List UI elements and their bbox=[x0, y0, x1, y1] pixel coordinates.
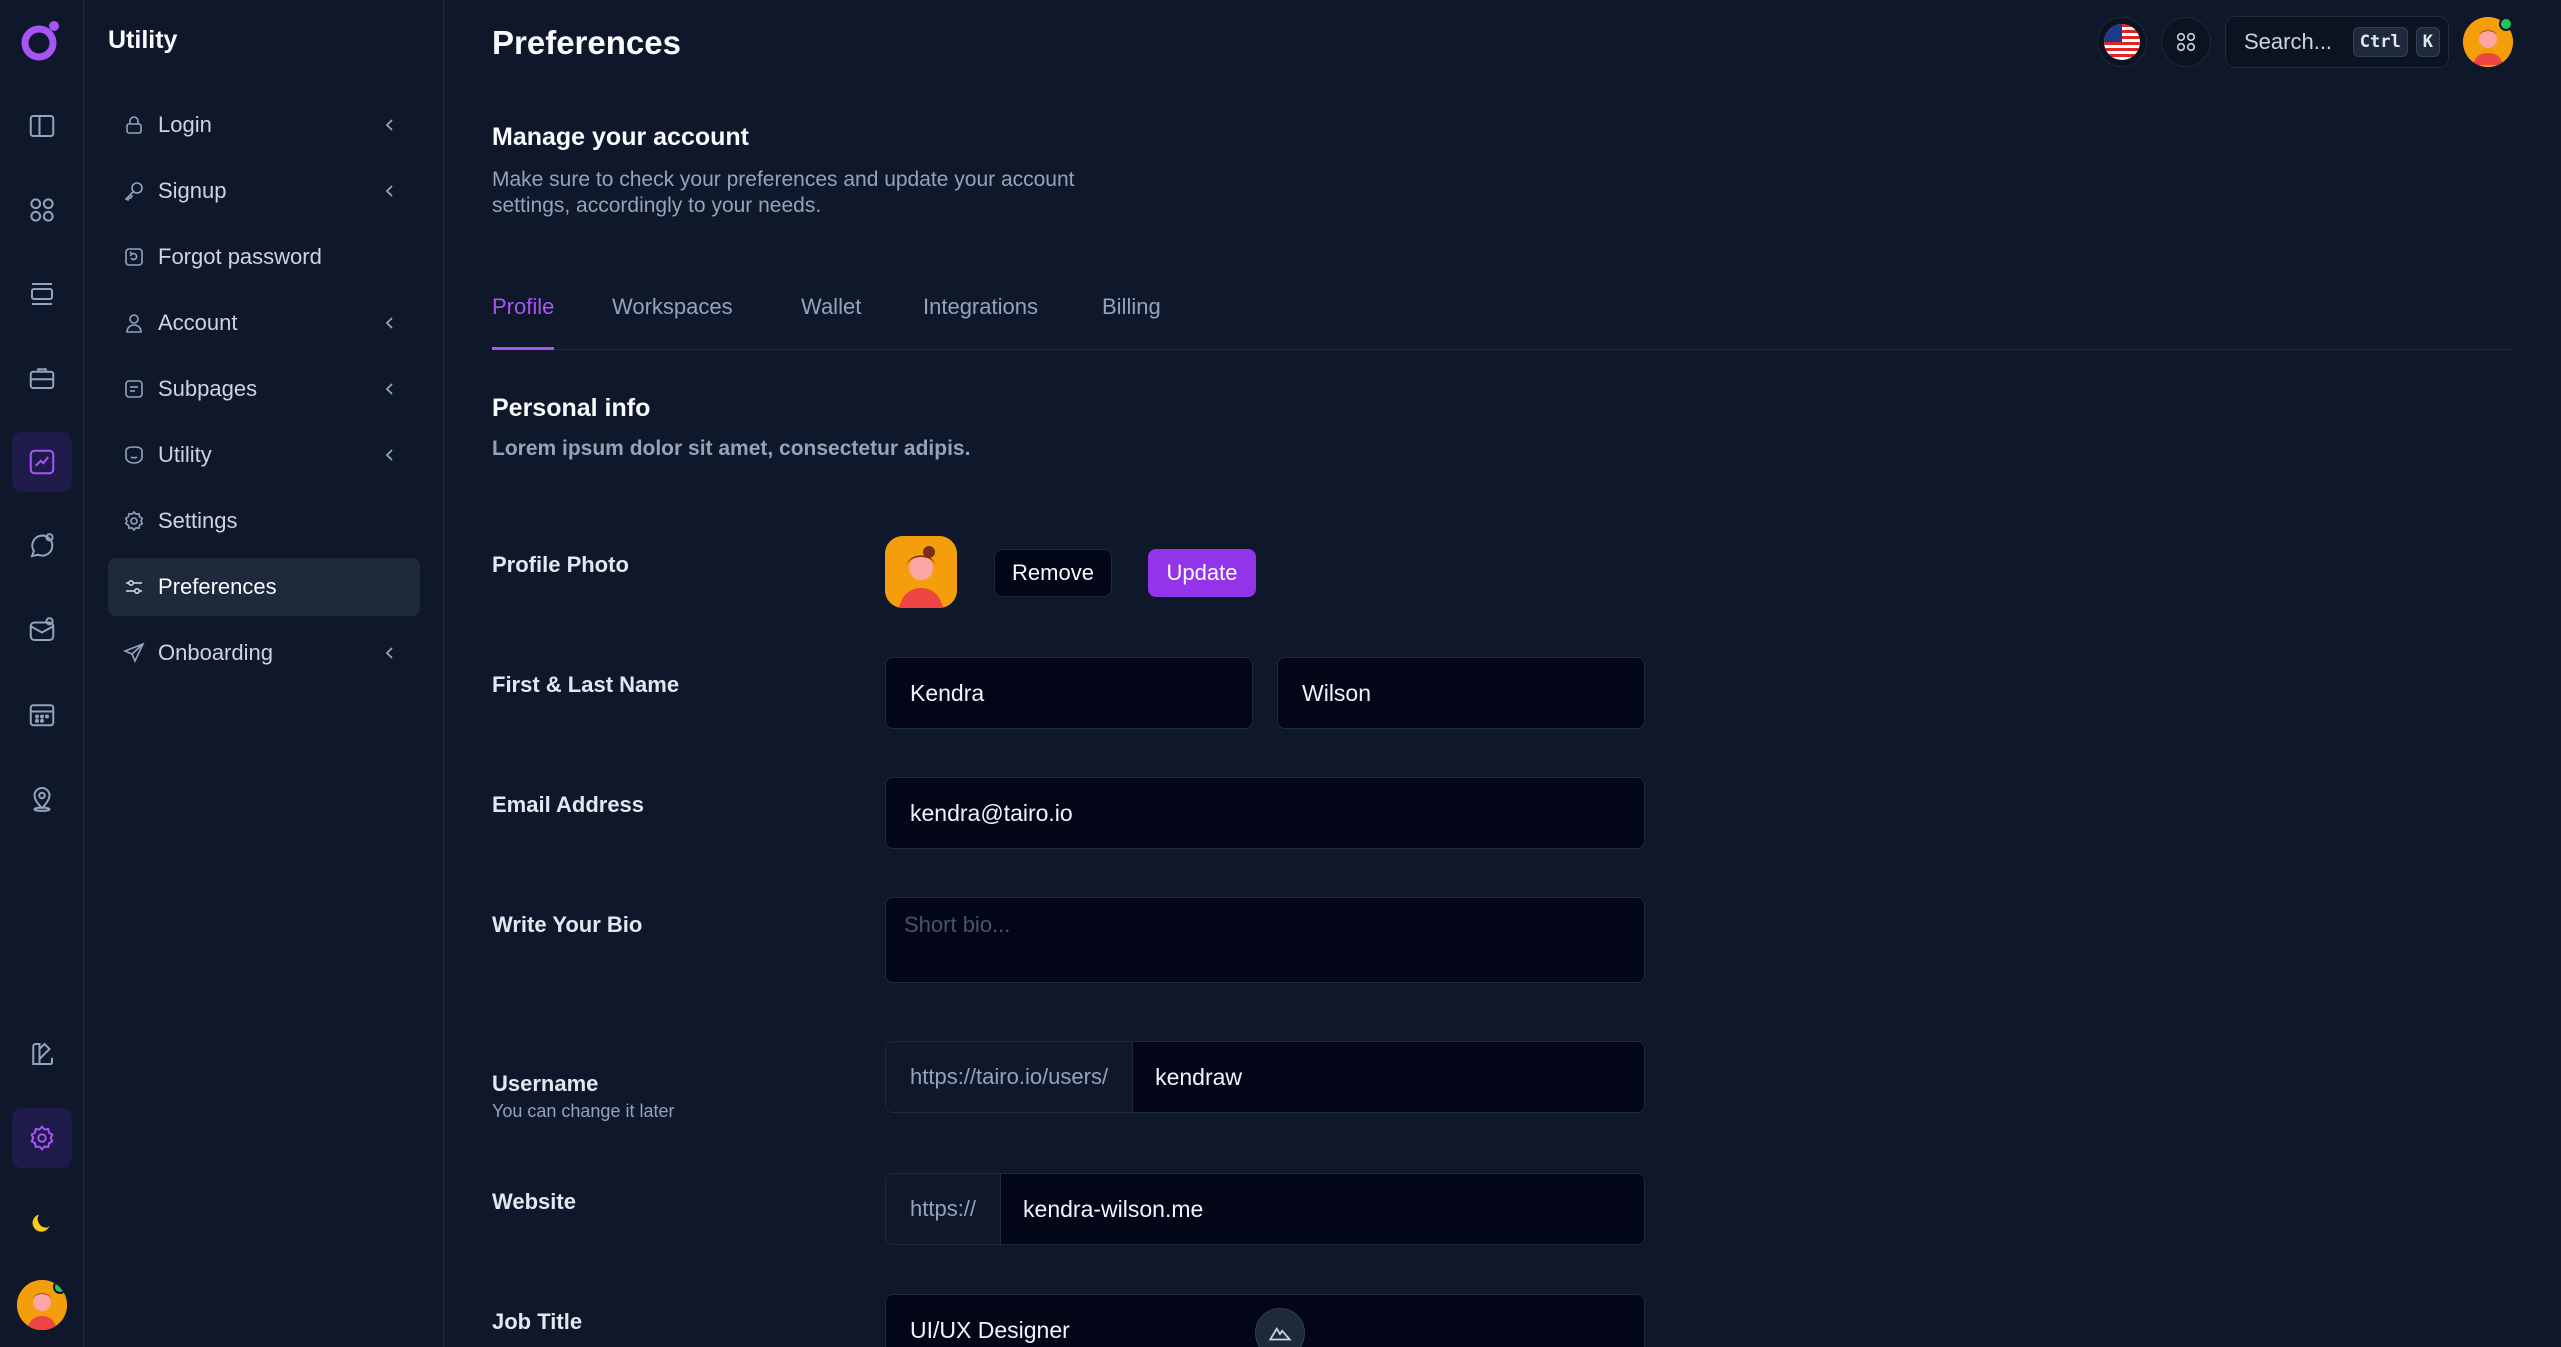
nav-item-label: Preferences bbox=[158, 574, 277, 599]
website-label: Website bbox=[492, 1189, 576, 1214]
nav-item-label: Login bbox=[158, 112, 212, 137]
nav-item-subpages[interactable]: Subpages bbox=[108, 360, 420, 418]
nav-item-label: Subpages bbox=[158, 376, 258, 401]
nav-item-label: Account bbox=[158, 310, 238, 335]
brush-icon[interactable] bbox=[12, 1024, 72, 1084]
website-prefix: https:// bbox=[886, 1174, 1002, 1244]
apps-button[interactable] bbox=[2161, 17, 2211, 67]
chevron-left-icon bbox=[385, 185, 393, 197]
icon-rail bbox=[0, 0, 84, 1347]
nav-item-signup[interactable]: Signup bbox=[108, 162, 420, 220]
personal-info-text: Lorem ipsum dolor sit amet, consectetur … bbox=[492, 437, 971, 460]
chevron-left-icon bbox=[385, 449, 393, 461]
nav-item-label: Settings bbox=[158, 508, 238, 533]
chevron-left-icon bbox=[385, 647, 393, 659]
email-label: Email Address bbox=[492, 792, 645, 817]
username-hint: You can change it later bbox=[492, 1101, 675, 1121]
map-pin-icon[interactable] bbox=[12, 768, 72, 828]
sidebar-icon[interactable] bbox=[12, 96, 72, 156]
nav-item-settings[interactable]: Settings bbox=[108, 492, 420, 550]
language-flag-button[interactable] bbox=[2097, 17, 2147, 67]
shield-icon bbox=[122, 443, 146, 467]
recover-icon bbox=[122, 245, 146, 269]
update-photo-button[interactable]: Update bbox=[1148, 549, 1256, 597]
nav-item-label: Utility bbox=[158, 442, 212, 467]
nav-item-utility[interactable]: Utility bbox=[108, 426, 420, 484]
main-content: Preferences Search... Ctrl K Manage your… bbox=[445, 0, 2561, 1347]
first-name-input[interactable]: Kendra bbox=[885, 657, 1253, 729]
username-label: Username bbox=[492, 1071, 599, 1096]
send-icon bbox=[122, 641, 146, 665]
search-button[interactable]: Search... Ctrl K bbox=[2225, 16, 2449, 68]
tab-integrations[interactable]: Integrations bbox=[923, 294, 1038, 350]
document-icon bbox=[122, 377, 146, 401]
page-title: Preferences bbox=[492, 24, 681, 61]
inbox-icon[interactable] bbox=[12, 600, 72, 660]
nav-item-preferences[interactable]: Preferences bbox=[108, 558, 420, 616]
job-title-label: Job Title bbox=[492, 1309, 583, 1334]
manage-account-text-1: Make sure to check your preferences and … bbox=[492, 168, 1075, 191]
nav-sidebar: Utility Login Signup Forgot password Acc… bbox=[84, 0, 444, 1347]
remove-photo-button[interactable]: Remove bbox=[994, 549, 1112, 597]
tab-workspaces[interactable]: Workspaces bbox=[612, 294, 733, 350]
email-input[interactable]: kendra@tairo.io bbox=[885, 777, 1645, 849]
nav-item-forgot-password[interactable]: Forgot password bbox=[108, 228, 420, 286]
user-icon bbox=[122, 311, 146, 335]
tab-billing[interactable]: Billing bbox=[1102, 294, 1161, 350]
bio-label: Write Your Bio bbox=[492, 912, 643, 937]
search-label: Search... bbox=[2244, 29, 2333, 54]
nav-item-label: Signup bbox=[158, 178, 227, 203]
gear-icon[interactable] bbox=[12, 1108, 72, 1168]
briefcase-icon[interactable] bbox=[12, 348, 72, 408]
chat-icon[interactable] bbox=[12, 516, 72, 576]
chevron-left-icon bbox=[385, 317, 393, 329]
kbd-k: K bbox=[2415, 27, 2440, 57]
name-label: First & Last Name bbox=[492, 672, 680, 697]
nav-item-account[interactable]: Account bbox=[108, 294, 420, 352]
profile-photo-label: Profile Photo bbox=[492, 552, 629, 577]
chevron-left-icon bbox=[385, 119, 393, 131]
key-icon bbox=[122, 179, 146, 203]
calendar-icon[interactable] bbox=[12, 684, 72, 744]
sliders-icon bbox=[122, 575, 146, 599]
last-name-input[interactable]: Wilson bbox=[1277, 657, 1645, 729]
top-toolbar: Search... Ctrl K bbox=[2097, 16, 2513, 68]
nav-item-login[interactable]: Login bbox=[108, 96, 420, 154]
user-avatar[interactable] bbox=[17, 1280, 67, 1330]
moon-icon[interactable] bbox=[12, 1192, 72, 1252]
nav-item-label: Forgot password bbox=[158, 244, 322, 269]
nav-title: Utility bbox=[108, 26, 178, 54]
lock-icon bbox=[122, 113, 146, 137]
website-input[interactable]: kendra-wilson.me bbox=[1001, 1174, 1644, 1244]
website-input-group: https:// kendra-wilson.me bbox=[885, 1173, 1645, 1245]
us-flag-icon bbox=[2104, 24, 2140, 60]
username-input-group: https://tairo.io/users/ kendraw bbox=[885, 1041, 1645, 1113]
kbd-ctrl: Ctrl bbox=[2352, 27, 2408, 57]
username-prefix: https://tairo.io/users/ bbox=[886, 1042, 1134, 1112]
chevron-left-icon bbox=[385, 383, 393, 395]
profile-photo bbox=[885, 536, 957, 608]
app-logo-icon[interactable] bbox=[18, 18, 64, 64]
manage-account-heading: Manage your account bbox=[492, 123, 749, 151]
grid-icon bbox=[2176, 32, 2196, 52]
settings-tabs: Profile Workspaces Wallet Integrations B… bbox=[492, 280, 2512, 350]
personal-info-heading: Personal info bbox=[492, 394, 651, 422]
tab-wallet[interactable]: Wallet bbox=[801, 294, 861, 350]
nav-item-label: Onboarding bbox=[158, 640, 273, 665]
layout-icon[interactable] bbox=[12, 264, 72, 324]
user-avatar[interactable] bbox=[2463, 17, 2513, 67]
nav-item-onboarding[interactable]: Onboarding bbox=[108, 624, 420, 682]
gear-icon bbox=[122, 509, 146, 533]
manage-account-text-2: settings, accordingly to your needs. bbox=[492, 194, 822, 217]
bio-textarea[interactable]: Short bio... bbox=[885, 897, 1645, 983]
grid-icon[interactable] bbox=[12, 180, 72, 240]
username-input[interactable]: kendraw bbox=[1133, 1042, 1644, 1112]
tab-profile[interactable]: Profile bbox=[492, 294, 555, 350]
chart-icon[interactable] bbox=[12, 432, 72, 492]
